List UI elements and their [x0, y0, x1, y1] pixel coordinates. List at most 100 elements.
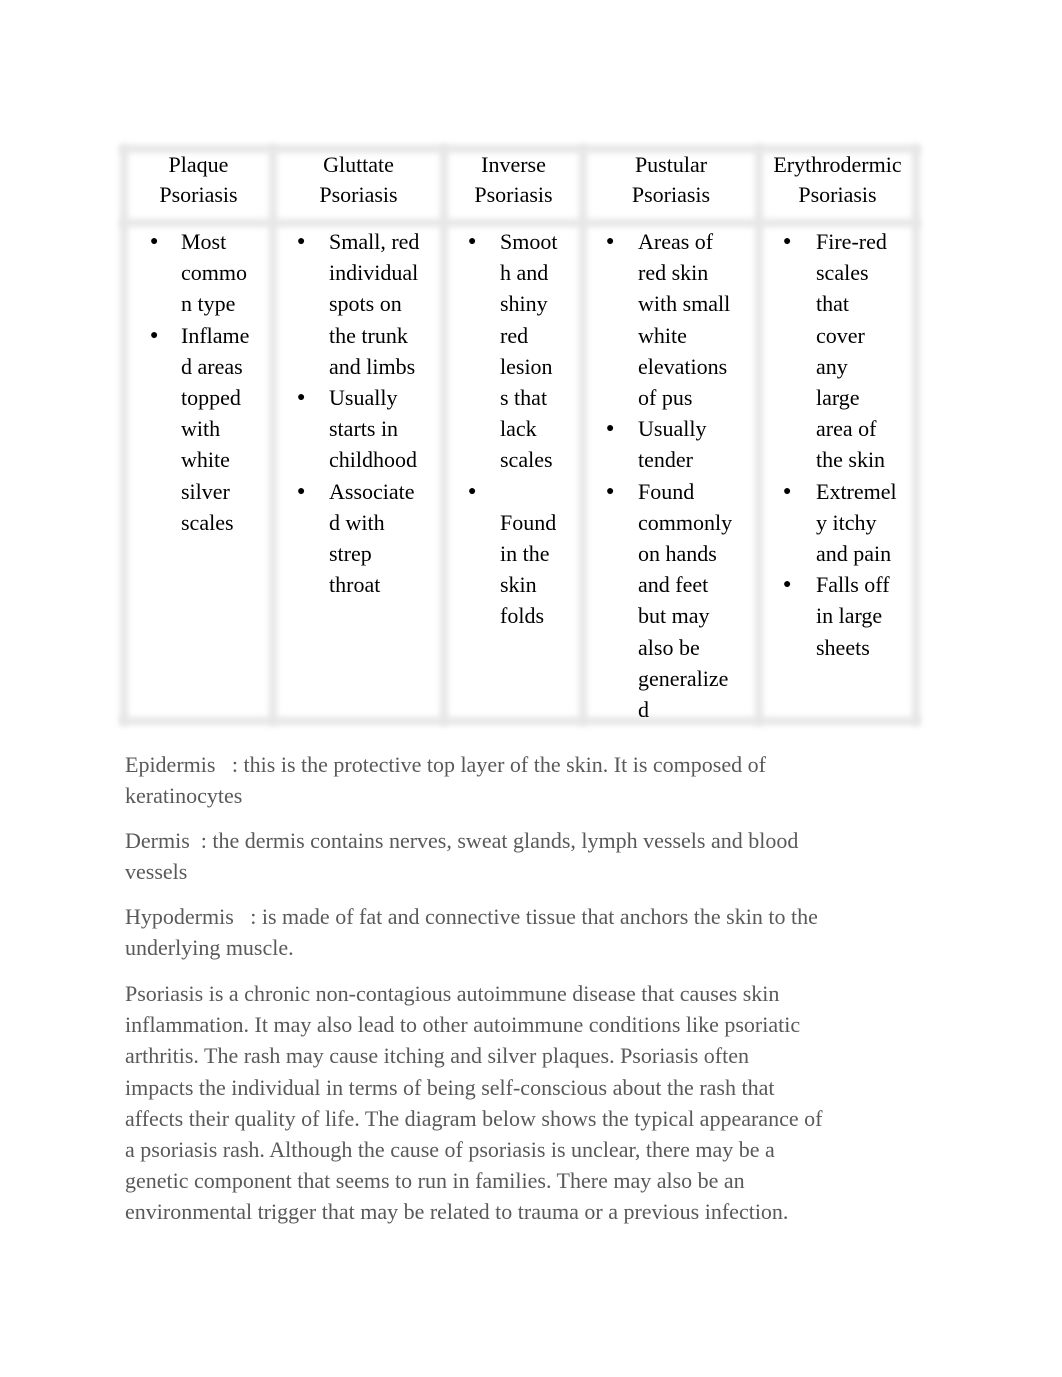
- psoriasis-types-table: Plaque Psoriasis ● Most commo n type ● Inflame d…: [120, 145, 920, 725]
- list-item-line: elevations: [638, 353, 728, 379]
- list-item-line: skin: [500, 572, 537, 598]
- list-item-line: white: [638, 322, 687, 348]
- list-item: ● Associate d with strep throat: [277, 476, 440, 601]
- list-item-line: in large: [816, 603, 883, 629]
- table-column-pustular: Pustular Psoriasis ● Areas of red skin with s…: [587, 145, 755, 725]
- list-item-line: any: [816, 353, 848, 379]
- list-item-line: and limbs: [329, 353, 416, 379]
- list-item-line: of pus: [638, 385, 693, 411]
- bullet-list: ● Most commo n type ● Inflame d areas topped wit…: [128, 226, 269, 538]
- list-item-line: shiny: [500, 291, 548, 317]
- table-column-inverse: Inverse Psoriasis ● Smoot h and shiny red lesio…: [448, 145, 579, 725]
- list-item: ● Fire-red scales that cover any large area of t…: [763, 226, 912, 476]
- list-item-line: commonly: [638, 509, 733, 535]
- list-item-line: silver: [181, 478, 230, 504]
- bullet-icon: ●: [297, 483, 306, 499]
- definition-line: Epidermis : this is the protective top l…: [125, 752, 766, 777]
- column-header-line: Psoriasis: [474, 182, 553, 207]
- paragraph-line: inflammation. It may also lead to other …: [125, 1012, 801, 1038]
- bullet-icon: ●: [606, 483, 615, 499]
- list-item-line: white: [181, 447, 230, 473]
- list-item-line: childhood: [329, 447, 417, 473]
- list-item-line: scales: [816, 260, 869, 286]
- list-item-line: d: [638, 697, 649, 723]
- table-border-left: [120, 145, 128, 725]
- list-item-line: h and: [500, 260, 549, 286]
- bullet-icon: ●: [297, 234, 306, 249]
- list-item-line: strep: [329, 541, 372, 567]
- bullet-list: ● Smoot h and shiny red lesion s that lack scale…: [448, 226, 579, 632]
- column-header: Plaque Psoriasis: [128, 150, 269, 210]
- list-item-line: throat: [329, 572, 381, 598]
- definition-line: vessels: [125, 859, 188, 885]
- column-header: Gluttate Psoriasis: [277, 150, 440, 210]
- list-item-line: topped: [181, 385, 241, 411]
- list-item-line: commo: [181, 260, 247, 286]
- list-item-line: and pain: [816, 541, 892, 567]
- bullet-icon: ●: [150, 327, 159, 343]
- table-column-plaque: Plaque Psoriasis ● Most commo n type ● Inflame d…: [128, 145, 269, 725]
- bullet-icon: ●: [468, 483, 477, 499]
- definition-line: keratinocytes: [125, 783, 243, 809]
- column-header-line: Inverse: [481, 152, 546, 177]
- column-header: Erythrodermic Psoriasis: [763, 150, 912, 210]
- list-item-line: starts in: [329, 416, 399, 442]
- definition-line: Dermis : the dermis contains nerves, swe…: [125, 828, 799, 853]
- definition-dermis: Dermis : the dermis contains nerves, swe…: [125, 825, 895, 887]
- list-item-line: with small: [638, 291, 731, 317]
- column-header-line: Psoriasis: [319, 182, 398, 207]
- column-header-line: Psoriasis: [631, 182, 711, 207]
- list-item-line: Found: [500, 509, 557, 535]
- paragraph-line: arthritis. The rash may cause itching an…: [125, 1043, 750, 1069]
- definition-line: underlying muscle.: [125, 935, 294, 961]
- table-column-erythrodermic: Erythrodermic Psoriasis ● Fire-red scales tha…: [763, 145, 912, 725]
- bullet-list: ● Small, red individual spots on the trunk an…: [277, 226, 440, 600]
- list-item-line: scales: [181, 509, 234, 535]
- list-item: ● Areas of red skin with small white elevatio…: [587, 226, 755, 413]
- list-item: ● Most commo n type: [128, 226, 269, 320]
- list-item: ● Found in the skin folds: [448, 476, 579, 632]
- column-header-line: Pustular: [634, 152, 708, 177]
- list-item-line: the trunk: [329, 322, 408, 348]
- list-item: ● Extremel y itchy and pain: [763, 476, 912, 570]
- list-item-line: in the: [500, 541, 550, 567]
- definition-hypodermis: Hypodermis : is made of fat and connecti…: [125, 901, 895, 963]
- list-item-line: y itchy: [816, 509, 877, 535]
- list-item-line: with: [181, 416, 221, 442]
- column-header-line: Plaque: [168, 152, 229, 177]
- bullet-list: ● Fire-red scales that cover any large area of t…: [763, 226, 912, 663]
- list-item-line: but may: [638, 603, 710, 629]
- column-header-line: Gluttate: [323, 152, 394, 177]
- bullet-icon: ●: [783, 483, 792, 499]
- list-item-line: red skin: [638, 260, 709, 286]
- list-item-line: lesion: [500, 353, 553, 379]
- paragraph-line: environmental trigger that may be relate…: [125, 1199, 789, 1225]
- table-column-divider: [269, 145, 277, 725]
- list-item-line: generalize: [638, 665, 729, 691]
- list-item-line: tender: [638, 447, 693, 473]
- table-border-right: [912, 145, 920, 725]
- list-item-line: area of: [816, 416, 877, 442]
- list-item-line: s that: [500, 385, 548, 411]
- list-item: ● Falls off in large sheets: [763, 569, 912, 663]
- bullet-list: ● Areas of red skin with small white elevatio…: [587, 226, 755, 725]
- list-item-line: sheets: [816, 634, 870, 660]
- list-item: ● Inflame d areas topped with white silver scal…: [128, 320, 269, 538]
- list-item-line: folds: [500, 603, 544, 629]
- list-item-line: that: [816, 291, 849, 317]
- paragraph-line: genetic component that seems to run in f…: [125, 1168, 745, 1194]
- column-header: Pustular Psoriasis: [587, 150, 755, 210]
- paragraph-line: affects their quality of life. The diagr…: [125, 1105, 823, 1131]
- list-item-line: cover: [816, 322, 865, 348]
- list-item: ● Small, red individual spots on the trunk an…: [277, 226, 440, 382]
- column-header-line: Psoriasis: [798, 182, 877, 207]
- list-item-line: d areas: [181, 353, 243, 379]
- list-item-line: large: [816, 385, 860, 411]
- table-column-divider: [440, 145, 448, 725]
- bullet-icon: ●: [783, 577, 792, 593]
- list-item-line: red: [500, 322, 529, 348]
- list-item-line: spots on: [329, 291, 402, 317]
- list-item-line: on hands: [638, 541, 717, 567]
- paragraph-line: a psoriasis rash. Although the cause of …: [125, 1137, 775, 1163]
- column-header: Inverse Psoriasis: [448, 150, 579, 210]
